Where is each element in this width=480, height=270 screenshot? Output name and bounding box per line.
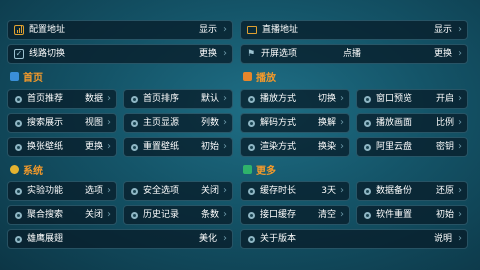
config-address-label: 配置地址 — [29, 24, 66, 35]
settings-dot-icon — [364, 143, 371, 151]
experimental-button[interactable]: 实验功能 选项 › — [7, 181, 117, 201]
chevron-right-icon: › — [340, 185, 344, 196]
chevron-right-icon: › — [458, 233, 462, 244]
home-icon — [10, 71, 19, 81]
chevron-right-icon: › — [458, 117, 462, 128]
live-address-button[interactable]: 直播地址 显示 › — [240, 20, 468, 40]
settings-dot-icon — [131, 211, 138, 219]
splash-option-mode: 点播 — [343, 48, 362, 59]
window-preview-button[interactable]: 窗口预览 开启 › — [356, 89, 468, 109]
settings-dot-icon — [364, 187, 371, 195]
system-icon — [10, 164, 19, 174]
home-source-button[interactable]: 主页显源 列数 › — [123, 113, 233, 133]
chevron-right-icon: › — [223, 233, 227, 244]
settings-dot-icon — [248, 211, 255, 219]
chevron-right-icon: › — [458, 209, 462, 220]
chevron-right-icon: › — [223, 93, 227, 104]
settings-dot-icon — [248, 235, 255, 243]
config-address-button[interactable]: 配置地址 显示 › — [7, 20, 233, 40]
play-ratio-button[interactable]: 播放画面 比例 › — [356, 113, 468, 133]
chevron-right-icon: › — [340, 93, 344, 104]
chevron-right-icon: › — [458, 141, 462, 152]
settings-dot-icon — [131, 143, 138, 151]
signal-bars-icon — [14, 25, 24, 35]
settings-dot-icon — [131, 119, 138, 127]
settings-dot-icon — [248, 119, 255, 127]
chevron-right-icon: › — [223, 117, 227, 128]
aliyun-drive-button[interactable]: 阿里云盘 密钥 › — [356, 137, 468, 157]
about-version-button[interactable]: 关于版本 说明 › — [240, 229, 468, 249]
change-wallpaper-button[interactable]: 换张壁纸 更换 › — [7, 137, 117, 157]
software-reset-button[interactable]: 软件重置 初始 › — [356, 205, 468, 225]
settings-dot-icon — [15, 119, 22, 127]
config-address-value: 显示 — [198, 24, 217, 35]
section-more-header: 更多 — [243, 162, 276, 177]
splash-option-label: 开屏选项 — [261, 48, 298, 59]
live-address-value: 显示 — [433, 24, 452, 35]
eagle-theme-button[interactable]: 雄鹰展翅 美化 › — [7, 229, 233, 249]
chevron-right-icon: › — [223, 48, 227, 59]
history-button[interactable]: 历史记录 条数 › — [123, 205, 233, 225]
chevron-right-icon: › — [107, 93, 111, 104]
route-switch-value: 更换 — [198, 48, 217, 59]
settings-dot-icon — [248, 187, 255, 195]
home-recommend-button[interactable]: 首页推荐 数据 › — [7, 89, 117, 109]
live-address-label: 直播地址 — [262, 24, 299, 35]
api-cache-button[interactable]: 接口缓存 清空 › — [240, 205, 350, 225]
play-icon — [243, 71, 252, 81]
chevron-right-icon: › — [107, 117, 111, 128]
chevron-right-icon: › — [458, 24, 462, 35]
settings-dot-icon — [364, 211, 371, 219]
reset-wallpaper-button[interactable]: 重置壁纸 初始 › — [123, 137, 233, 157]
chevron-right-icon: › — [107, 209, 111, 220]
search-display-button[interactable]: 搜索展示 视图 › — [7, 113, 117, 133]
security-option-button[interactable]: 安全选项 关闭 › — [123, 181, 233, 201]
data-backup-button[interactable]: 数据备份 还原 › — [356, 181, 468, 201]
check-box-icon: ✓ — [14, 49, 24, 59]
settings-dot-icon — [131, 95, 138, 103]
chevron-right-icon: › — [458, 185, 462, 196]
chevron-right-icon: › — [340, 209, 344, 220]
play-mode-button[interactable]: 播放方式 切换 › — [240, 89, 350, 109]
splash-option-value: 更换 — [433, 48, 452, 59]
section-play-header: 播放 — [243, 69, 276, 84]
settings-dot-icon — [364, 119, 371, 127]
chevron-right-icon: › — [340, 141, 344, 152]
chevron-right-icon: › — [340, 117, 344, 128]
route-switch-label: 线路切换 — [29, 48, 66, 59]
chevron-right-icon: › — [107, 185, 111, 196]
aggregate-search-button[interactable]: 聚合搜索 关闭 › — [7, 205, 117, 225]
more-icon — [243, 164, 252, 174]
chevron-right-icon: › — [458, 93, 462, 104]
chevron-right-icon: › — [223, 141, 227, 152]
route-switch-button[interactable]: ✓ 线路切换 更换 › — [7, 44, 233, 64]
decode-mode-button[interactable]: 解码方式 换解 › — [240, 113, 350, 133]
chevron-right-icon: › — [107, 141, 111, 152]
settings-dot-icon — [15, 211, 22, 219]
tv-icon — [247, 26, 257, 34]
splash-option-button[interactable]: ⚑ 开屏选项 点播 更换 › — [240, 44, 468, 64]
settings-dot-icon — [15, 143, 22, 151]
home-sort-button[interactable]: 首页排序 默认 › — [123, 89, 233, 109]
settings-dot-icon — [15, 235, 22, 243]
chevron-right-icon: › — [458, 48, 462, 59]
chevron-right-icon: › — [223, 24, 227, 35]
flag-icon: ⚑ — [247, 48, 256, 59]
settings-dot-icon — [248, 143, 255, 151]
section-home-header: 首页 — [10, 69, 43, 84]
settings-dot-icon — [15, 95, 22, 103]
render-mode-button[interactable]: 渲染方式 换染 › — [240, 137, 350, 157]
chevron-right-icon: › — [223, 185, 227, 196]
section-system-header: 系统 — [10, 162, 43, 177]
cache-duration-button[interactable]: 缓存时长 3天 › — [240, 181, 350, 201]
settings-dot-icon — [364, 95, 371, 103]
chevron-right-icon: › — [223, 209, 227, 220]
settings-dot-icon — [248, 95, 255, 103]
settings-dot-icon — [131, 187, 138, 195]
settings-dot-icon — [15, 187, 22, 195]
